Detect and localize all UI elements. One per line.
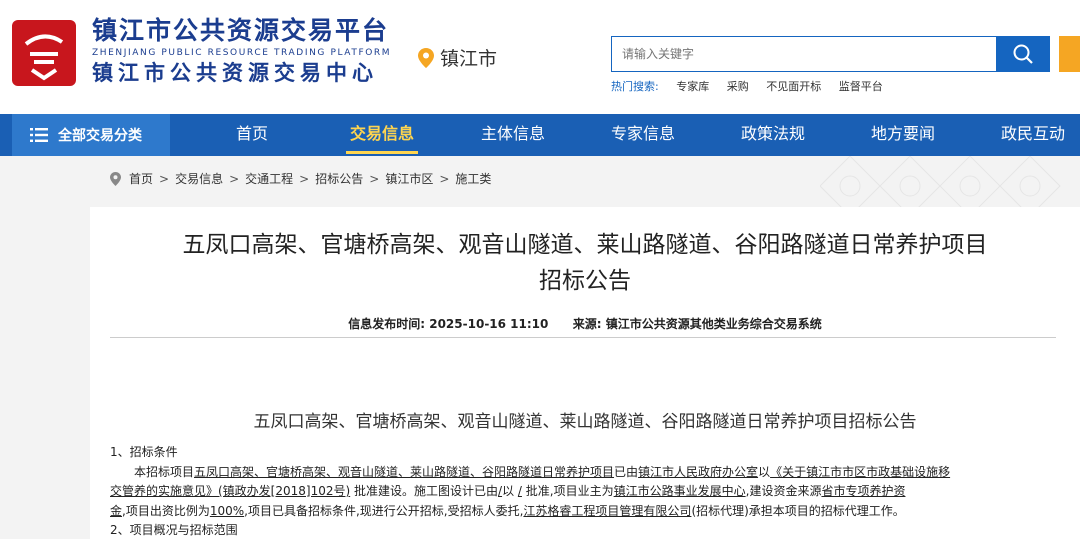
text-span: 以 (502, 484, 515, 498)
search-box (611, 36, 997, 72)
breadcrumb-separator-icon: > (159, 171, 170, 186)
nav-item-interaction[interactable]: 政民互动 (996, 114, 1070, 156)
article-panel: 五凤口高架、官塘桥高架、观音山隧道、莱山路隧道、谷阳路隧道日常养护项目 招标公告… (90, 207, 1080, 539)
site-logo-text: 镇江市公共资源交易平台 ZHENJIANG PUBLIC RESOURCE TR… (92, 16, 391, 86)
publish-time-label: 信息发布时间: (348, 317, 426, 331)
article-title-line: 五凤口高架、官塘桥高架、观音山隧道、莱山路隧道、谷阳路隧道日常养护项目 (182, 232, 988, 258)
advanced-search-button[interactable] (1059, 36, 1080, 72)
publish-time: 2025-10-16 11:10 (429, 317, 549, 331)
hot-search: 热门搜索: 专家库 采购 不见面开标 监督平台 (611, 78, 883, 94)
fund-source: 金 (110, 503, 123, 518)
nav-item-policy[interactable]: 政策法规 (736, 114, 810, 156)
location-selector[interactable]: 镇江市 (418, 44, 497, 71)
text-span: ,项目已具备招标条件,现进行公开招标,受招标人委托, (244, 503, 524, 518)
project-owner: 镇江市公路事业发展中心 (613, 484, 746, 498)
hot-search-keyword[interactable]: 专家库 (676, 80, 709, 93)
article-body: 1、招标条件 本招标项目五凤口高架、官塘桥高架、观音山隧道、莱山路隧道、谷阳路隧… (110, 443, 1050, 539)
article-meta: 信息发布时间: 2025-10-16 11:10 来源: 镇江市公共资源其他类业… (90, 315, 1080, 332)
hot-search-keyword[interactable]: 采购 (727, 80, 749, 93)
hot-search-keyword[interactable]: 监督平台 (839, 80, 883, 93)
hot-search-keyword[interactable]: 不见面开标 (766, 80, 821, 93)
section-heading: 1、招标条件 (110, 445, 178, 459)
nav-item-local-news[interactable]: 地方要闻 (866, 114, 940, 156)
section-heading: 2、项目概况与招标范围 (110, 523, 238, 537)
text-span: (招标代理)承担本项目的招标代理工作。 (691, 503, 905, 518)
search-button[interactable] (996, 36, 1050, 72)
title-divider (110, 337, 1056, 338)
main-nav: 全部交易分类 首页 交易信息 主体信息 专家信息 政策法规 地方要闻 政民互动 (0, 114, 1080, 156)
article-subtitle: 五凤口高架、官塘桥高架、观音山隧道、莱山路隧道、谷阳路隧道日常养护项目招标公告 (253, 412, 917, 432)
article-title: 五凤口高架、官塘桥高架、观音山隧道、莱山路隧道、谷阳路隧道日常养护项目 招标公告 (110, 227, 1060, 299)
breadcrumb: 首页 > 交易信息 > 交通工程 > 招标公告 > 镇江市区 > 施工类 (110, 170, 491, 187)
breadcrumb-item[interactable]: 镇江市区 (385, 170, 433, 187)
source-value: 镇江市公共资源其他类业务综合交易系统 (605, 317, 822, 331)
tender-agent: 江苏格睿工程项目管理有限公司 (523, 503, 692, 518)
paragraph-line: 交管养的实施意见》(镇政办发[2018]102号) 批准建设。施工图设计已由 /以… (110, 482, 1050, 502)
text-span: ,建设资金来源 (745, 484, 822, 498)
breadcrumb-item[interactable]: 交通工程 (245, 170, 293, 187)
menu-icon (30, 128, 48, 142)
breadcrumb-separator-icon: > (369, 171, 380, 186)
location-label: 镇江市 (440, 48, 498, 70)
text-span: ,项目出资比例为 (122, 503, 210, 518)
breadcrumb-separator-icon: > (299, 171, 310, 186)
text-span: 批准,项目业主为 (525, 484, 614, 498)
source-label: 来源: (572, 317, 602, 331)
platform-name-english: ZHENJIANG PUBLIC RESOURCE TRADING PLATFO… (92, 48, 392, 58)
paragraph-line: 本招标项目五凤口高架、官塘桥高架、观音山隧道、莱山路隧道、谷阳路隧道日常养护项目… (110, 463, 1050, 483)
all-categories-button[interactable]: 全部交易分类 (12, 114, 170, 156)
approval-office: 镇江市人民政府办公室 (638, 464, 759, 479)
nav-item-expert-info[interactable]: 专家信息 (606, 114, 680, 156)
text-span: 本招标项目 (134, 464, 195, 479)
text-span: 以 (758, 464, 771, 479)
center-name: 镇江市公共资源交易中心 (92, 61, 378, 85)
approval-document: 交管养的实施意见》(镇政办发[2018]102号) (110, 484, 351, 498)
platform-name: 镇江市公共资源交易平台 (92, 16, 390, 45)
breadcrumb-separator-icon: > (229, 171, 240, 186)
breadcrumb-item[interactable]: 施工类 (455, 170, 491, 187)
site-header: 镇江市公共资源交易平台 ZHENJIANG PUBLIC RESOURCE TR… (0, 0, 1080, 114)
fund-source: 省市专项养护资 (821, 484, 906, 498)
site-logo-icon[interactable] (12, 20, 76, 86)
breadcrumb-item[interactable]: 招标公告 (315, 170, 363, 187)
search-icon (1013, 44, 1033, 64)
design-approval-number: / (517, 484, 522, 498)
all-categories-label: 全部交易分类 (58, 128, 142, 144)
location-pin-icon (418, 47, 434, 68)
approval-document: 《关于镇江市市区市政基础设施移 (770, 464, 951, 479)
nav-item-trading-info[interactable]: 交易信息 (346, 114, 418, 156)
project-name: 五凤口高架、官塘桥高架、观音山隧道、莱山路隧道、谷阳路隧道日常养护项目 (194, 464, 615, 479)
text-span: 已由 (614, 464, 639, 479)
text-span: 批准建设。施工图设计已由 (354, 484, 499, 498)
breadcrumb-item[interactable]: 首页 (129, 170, 153, 187)
hot-search-label: 热门搜索: (611, 80, 659, 93)
nav-item-entity-info[interactable]: 主体信息 (476, 114, 550, 156)
breadcrumb-separator-icon: > (439, 171, 450, 186)
breadcrumb-item[interactable]: 交易信息 (175, 170, 223, 187)
funding-ratio: 100% (209, 503, 245, 518)
paragraph-line: 金,项目出资比例为100%,项目已具备招标条件,现进行公开招标,受招标人委托,江… (110, 502, 1050, 522)
nav-item-home[interactable]: 首页 (222, 114, 282, 156)
article-title-line: 招标公告 (539, 268, 631, 294)
location-pin-icon (110, 171, 121, 186)
search-input[interactable] (612, 37, 996, 71)
